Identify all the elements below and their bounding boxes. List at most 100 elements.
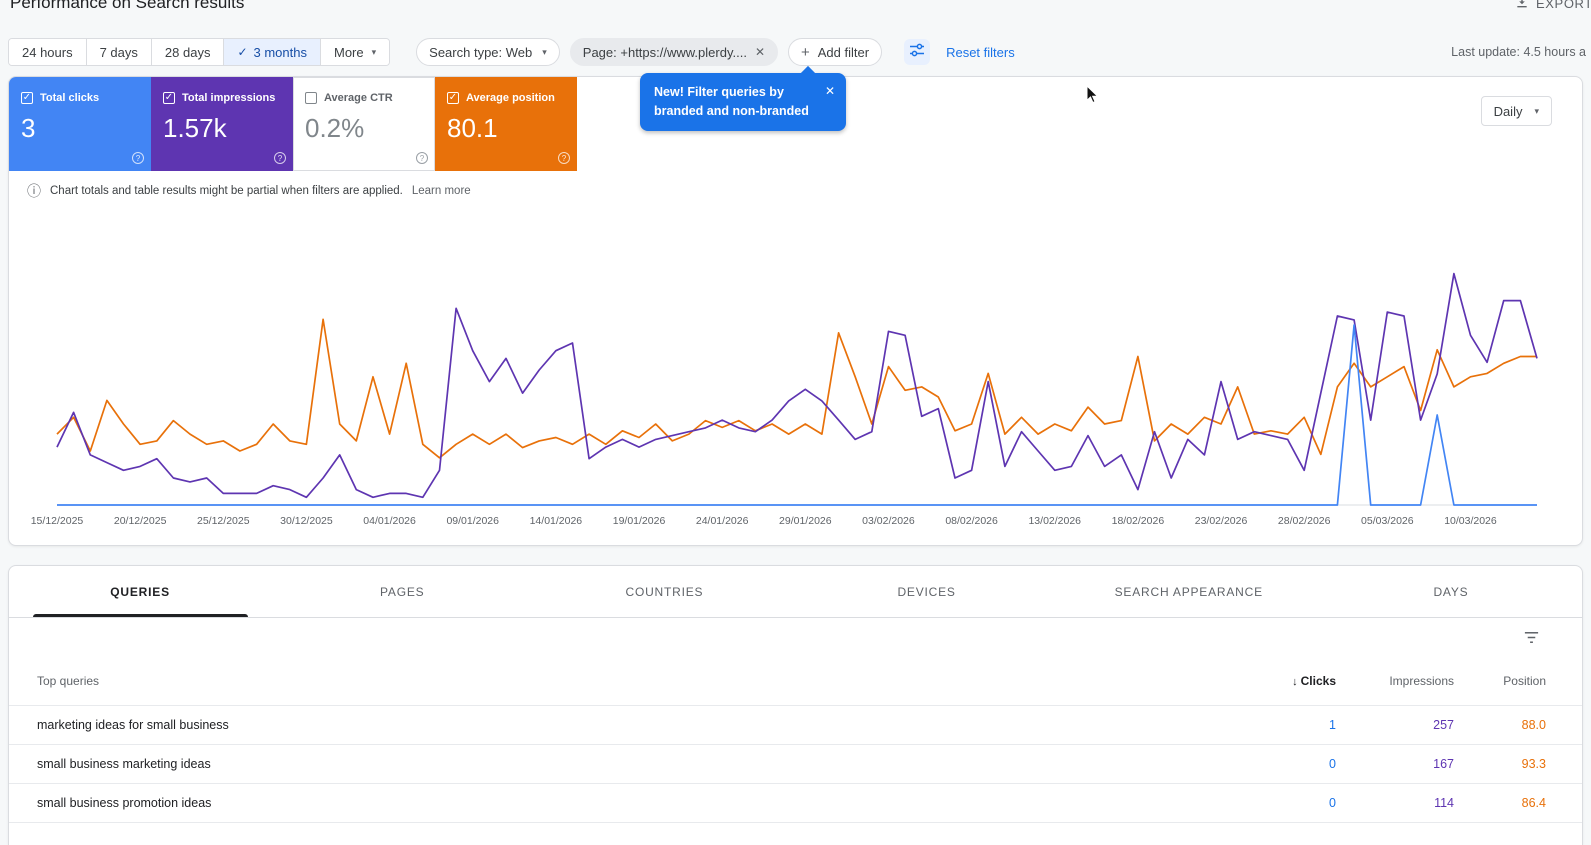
range-label: 24 hours xyxy=(22,45,73,60)
x-axis-label: 04/01/2026 xyxy=(363,515,416,527)
help-icon[interactable]: ? xyxy=(274,152,286,164)
info-icon: ⓘ xyxy=(27,184,41,198)
card-label: Average CTR xyxy=(324,92,393,104)
checkbox-unchecked-icon[interactable]: ✓ xyxy=(305,92,317,104)
performance-panel: ✓ Total clicks 3 ? ✓ Total impressions 1… xyxy=(8,76,1583,546)
sort-desc-icon: ↓ xyxy=(1292,676,1298,688)
page-filter-chip[interactable]: Page: +https://www.plerdy.... ✕ xyxy=(570,38,778,66)
card-header: ✓ Total clicks xyxy=(21,92,139,104)
dimensions-panel: QUERIES PAGES COUNTRIES DEVICES SEARCH A… xyxy=(8,565,1583,845)
card-header: ✓ Average position xyxy=(447,92,565,104)
x-axis-label: 30/12/2025 xyxy=(280,515,333,527)
checkbox-checked-icon[interactable]: ✓ xyxy=(21,92,33,104)
range-more-button[interactable]: More▾ xyxy=(320,39,389,65)
last-update-text: Last update: 4.5 hours a xyxy=(1451,45,1586,59)
check-icon: ✓ xyxy=(449,93,457,103)
check-icon: ✓ xyxy=(165,93,173,103)
x-axis-label: 23/02/2026 xyxy=(1195,515,1248,527)
tune-icon xyxy=(909,42,925,63)
checkbox-checked-icon[interactable]: ✓ xyxy=(163,92,175,104)
add-filter-label: Add filter xyxy=(818,45,869,60)
range-24-hours-button[interactable]: 24 hours xyxy=(9,39,86,65)
reset-filters-link[interactable]: Reset filters xyxy=(946,45,1015,60)
tab-label: PAGES xyxy=(380,585,424,599)
average-ctr-card[interactable]: ✓ Average CTR 0.2% ? xyxy=(293,77,435,171)
average-position-card[interactable]: ✓ Average position 80.1 ? xyxy=(435,77,577,171)
impressions-cell: 167 xyxy=(1336,757,1454,771)
query-cell: marketing ideas for small business xyxy=(37,718,1218,732)
card-header: ✓ Total impressions xyxy=(163,92,281,104)
tab-pages[interactable]: PAGES xyxy=(271,566,533,617)
search-type-chip[interactable]: Search type: Web ▾ xyxy=(416,38,560,66)
tooltip-text: New! Filter queries by branded and non-b… xyxy=(654,85,809,118)
x-axis-label: 29/01/2026 xyxy=(779,515,832,527)
x-axis-label: 05/03/2026 xyxy=(1361,515,1414,527)
card-label: Total impressions xyxy=(182,92,275,104)
help-icon[interactable]: ? xyxy=(558,152,570,164)
card-label: Total clicks xyxy=(40,92,99,104)
help-icon[interactable]: ? xyxy=(416,152,428,164)
filter-list-icon[interactable] xyxy=(1523,629,1540,651)
impressions-cell: 257 xyxy=(1336,718,1454,732)
column-header-clicks[interactable]: ↓Clicks xyxy=(1218,674,1336,688)
column-header-top-queries[interactable]: Top queries xyxy=(37,674,1218,688)
card-value: 0.2% xyxy=(305,113,423,144)
tab-queries[interactable]: QUERIES xyxy=(9,566,271,617)
performance-chart[interactable] xyxy=(9,227,1582,527)
export-button[interactable]: EXPORT xyxy=(1514,0,1591,13)
range-7-days-button[interactable]: 7 days xyxy=(86,39,151,65)
column-header-position[interactable]: Position xyxy=(1454,674,1546,688)
help-icon[interactable]: ? xyxy=(132,152,144,164)
total-clicks-line xyxy=(57,325,1537,505)
tab-label: DEVICES xyxy=(897,585,955,599)
checkbox-checked-icon[interactable]: ✓ xyxy=(447,92,459,104)
column-header-impressions[interactable]: Impressions xyxy=(1336,674,1454,688)
tab-days[interactable]: DAYS xyxy=(1320,566,1582,617)
range-label: 28 days xyxy=(165,45,211,60)
total-impressions-card[interactable]: ✓ Total impressions 1.57k ? xyxy=(151,77,293,171)
total-clicks-card[interactable]: ✓ Total clicks 3 ? xyxy=(9,77,151,171)
tab-label: DAYS xyxy=(1433,585,1468,599)
card-header: ✓ Average CTR xyxy=(305,92,423,104)
query-cell: small business marketing ideas xyxy=(37,757,1218,771)
range-28-days-button[interactable]: 28 days xyxy=(151,39,224,65)
x-axis-labels: 15/12/202520/12/202525/12/202530/12/2025… xyxy=(9,515,1582,531)
tab-countries[interactable]: COUNTRIES xyxy=(533,566,795,617)
x-axis-label: 13/02/2026 xyxy=(1028,515,1081,527)
page-filter-label: Page: +https://www.plerdy.... xyxy=(583,45,747,60)
tab-label: COUNTRIES xyxy=(625,585,703,599)
search-type-label: Search type: Web xyxy=(429,45,532,60)
branded-queries-filter-button[interactable] xyxy=(904,39,930,65)
tab-search-appearance[interactable]: SEARCH APPEARANCE xyxy=(1058,566,1320,617)
new-filter-tooltip: New! Filter queries by branded and non-b… xyxy=(640,73,846,131)
add-filter-button[interactable]: + Add filter xyxy=(788,38,882,66)
x-axis-label: 10/03/2026 xyxy=(1444,515,1497,527)
filter-bar: 24 hours 7 days 28 days ✓3 months More▾ … xyxy=(8,37,1586,67)
chevron-down-icon: ▾ xyxy=(542,47,547,58)
range-3-months-button[interactable]: ✓3 months xyxy=(223,39,320,65)
table-row[interactable]: small business promotion ideas 0 114 86.… xyxy=(9,784,1582,823)
x-axis-label: 18/02/2026 xyxy=(1112,515,1165,527)
x-axis-label: 20/12/2025 xyxy=(114,515,167,527)
x-axis-label: 19/01/2026 xyxy=(613,515,666,527)
table-header-row: Top queries ↓Clicks Impressions Position xyxy=(9,656,1582,706)
query-cell: small business promotion ideas xyxy=(37,796,1218,810)
download-icon xyxy=(1514,0,1530,13)
tab-devices[interactable]: DEVICES xyxy=(796,566,1058,617)
tooltip-close-button[interactable]: ✕ xyxy=(825,82,835,100)
table-row[interactable]: marketing ideas for small business 1 257… xyxy=(9,706,1582,745)
clicks-cell: 0 xyxy=(1218,796,1336,810)
learn-more-link[interactable]: Learn more xyxy=(412,185,471,197)
card-value: 1.57k xyxy=(163,113,281,144)
impressions-cell: 114 xyxy=(1336,796,1454,810)
page-title: Performance on Search results xyxy=(10,0,244,13)
dimension-tabs: QUERIES PAGES COUNTRIES DEVICES SEARCH A… xyxy=(9,566,1582,618)
card-value: 3 xyxy=(21,113,139,144)
close-icon[interactable]: ✕ xyxy=(755,45,765,59)
tab-label: SEARCH APPEARANCE xyxy=(1115,585,1263,599)
chevron-down-icon: ▾ xyxy=(1534,106,1539,117)
granularity-dropdown[interactable]: Daily ▾ xyxy=(1481,96,1552,126)
x-axis-label: 03/02/2026 xyxy=(862,515,915,527)
card-label: Average position xyxy=(466,92,555,104)
table-row[interactable]: small business marketing ideas 0 167 93.… xyxy=(9,745,1582,784)
